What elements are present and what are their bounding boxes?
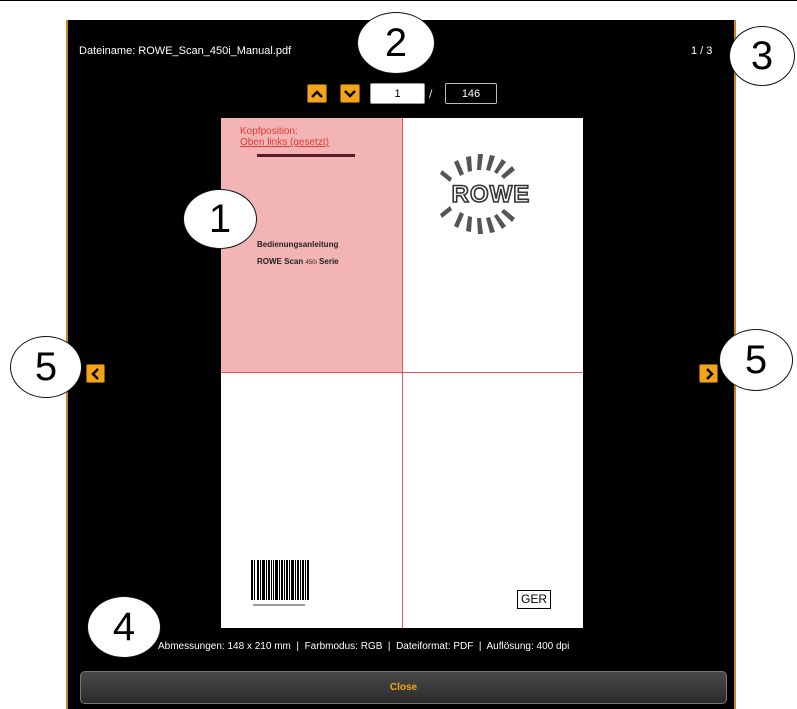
chevron-up-icon bbox=[311, 89, 323, 98]
total-pages: 146 bbox=[445, 83, 497, 104]
chevron-left-icon bbox=[90, 367, 99, 380]
callout-5-right: 5 bbox=[719, 329, 793, 391]
page-up-button[interactable] bbox=[307, 84, 327, 103]
product-prefix: ROWE Scan bbox=[257, 257, 304, 266]
callout-3: 3 bbox=[729, 26, 795, 86]
callout-4: 4 bbox=[87, 596, 161, 658]
previous-document-button[interactable] bbox=[86, 364, 105, 383]
product-model: 450i bbox=[305, 260, 317, 266]
underline-mark bbox=[257, 154, 355, 157]
top-rule bbox=[0, 0, 797, 1]
product-title: ROWE Scan 450i Serie bbox=[257, 257, 339, 266]
callout-2: 2 bbox=[357, 12, 435, 74]
page-preview: Kopfposition: Oben links (gesetzt) Bedie… bbox=[221, 118, 583, 628]
logo-text: ROWE bbox=[452, 181, 531, 208]
next-document-button[interactable] bbox=[699, 364, 718, 383]
callout-5-left: 5 bbox=[10, 336, 82, 398]
fold-line-vertical bbox=[402, 118, 403, 628]
callout-1: 1 bbox=[183, 189, 257, 249]
current-page-input[interactable]: 1 bbox=[370, 83, 425, 104]
page-separator: / bbox=[429, 87, 433, 101]
barcode-image bbox=[251, 560, 309, 606]
page-down-button[interactable] bbox=[340, 84, 360, 103]
chevron-right-icon bbox=[705, 367, 714, 380]
rowe-logo: ROWE bbox=[440, 154, 531, 234]
head-position-label: Kopfposition: bbox=[240, 126, 298, 137]
filename-label: Dateiname: ROWE_Scan_450i_Manual.pdf bbox=[79, 45, 292, 57]
manual-title: Bedienungsanleitung bbox=[257, 240, 339, 249]
document-index: 1 / 3 bbox=[691, 45, 713, 57]
product-suffix: Serie bbox=[319, 257, 339, 266]
document-metadata: Abmessungen: 148 x 210 mm | Farbmodus: R… bbox=[158, 641, 570, 652]
close-button[interactable]: Close bbox=[80, 671, 727, 704]
head-position-value: Oben links (gesetzt) bbox=[240, 137, 329, 148]
fold-line-horizontal bbox=[221, 372, 583, 373]
chevron-down-icon bbox=[344, 89, 356, 98]
language-tag: GER bbox=[517, 590, 552, 609]
